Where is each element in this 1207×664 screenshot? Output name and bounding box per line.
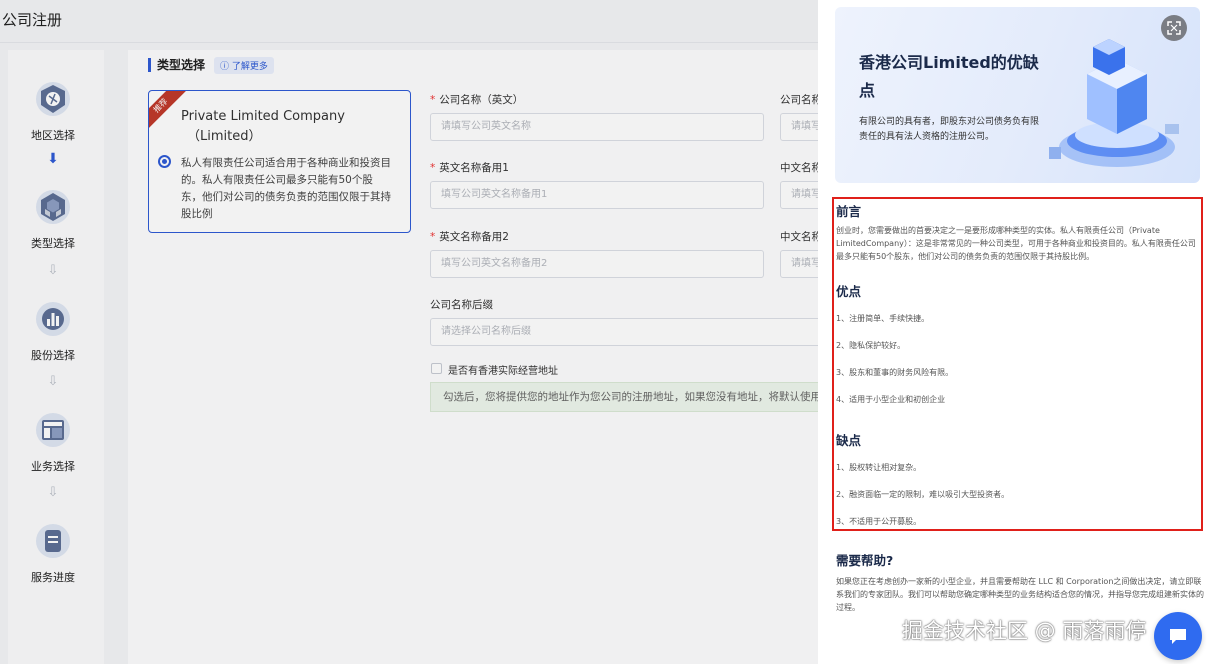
chat-icon <box>1170 629 1186 644</box>
chat-button[interactable] <box>1154 612 1202 660</box>
list-item: 3、股东和董事的财务风险有限。 <box>836 368 954 377</box>
cons-heading: 缺点 <box>836 433 862 448</box>
preface-heading: 前言 <box>836 204 862 219</box>
pros-heading: 优点 <box>836 284 862 299</box>
list-item: 2、融资面临一定的限制，难以吸引大型投资者。 <box>836 490 1010 499</box>
list-item: 3、不适用于公开募股。 <box>836 517 922 526</box>
help-heading: 需要帮助? <box>836 553 894 568</box>
drawer-banner: 香港公司Limited的优缺点 有限公司的具有者，即股东对公司债务负有限责任的具… <box>835 7 1200 183</box>
list-item: 1、注册简单、手续快捷。 <box>836 314 930 323</box>
preface-text: 创业时，您需要做出的首要决定之一是要形成哪种类型的实体。私人有限责任公司（Pri… <box>836 226 1196 261</box>
fullscreen-icon[interactable] <box>1161 15 1187 41</box>
banner-description: 有限公司的具有者，即股东对公司债务负有限责任的具有法人资格的注册公司。 <box>859 117 1040 142</box>
watermark: 掘金技术社区 @ 雨落雨停 <box>902 619 1147 643</box>
list-item: 2、隐私保护较好。 <box>836 341 906 350</box>
info-drawer: 香港公司Limited的优缺点 有限公司的具有者，即股东对公司债务负有限责任的具… <box>818 0 1207 664</box>
list-item: 4、适用于小型企业和初创企业 <box>836 395 946 404</box>
cube-illustration-icon <box>1047 29 1187 179</box>
banner-title: 香港公司Limited的优缺点 <box>859 53 1039 100</box>
modal-overlay[interactable] <box>0 0 818 664</box>
list-item: 1、股权转让相对复杂。 <box>836 463 922 472</box>
help-text: 如果您正在考虑创办一家新的小型企业，并且需要帮助在 LLC 和 Corporat… <box>836 577 1204 612</box>
